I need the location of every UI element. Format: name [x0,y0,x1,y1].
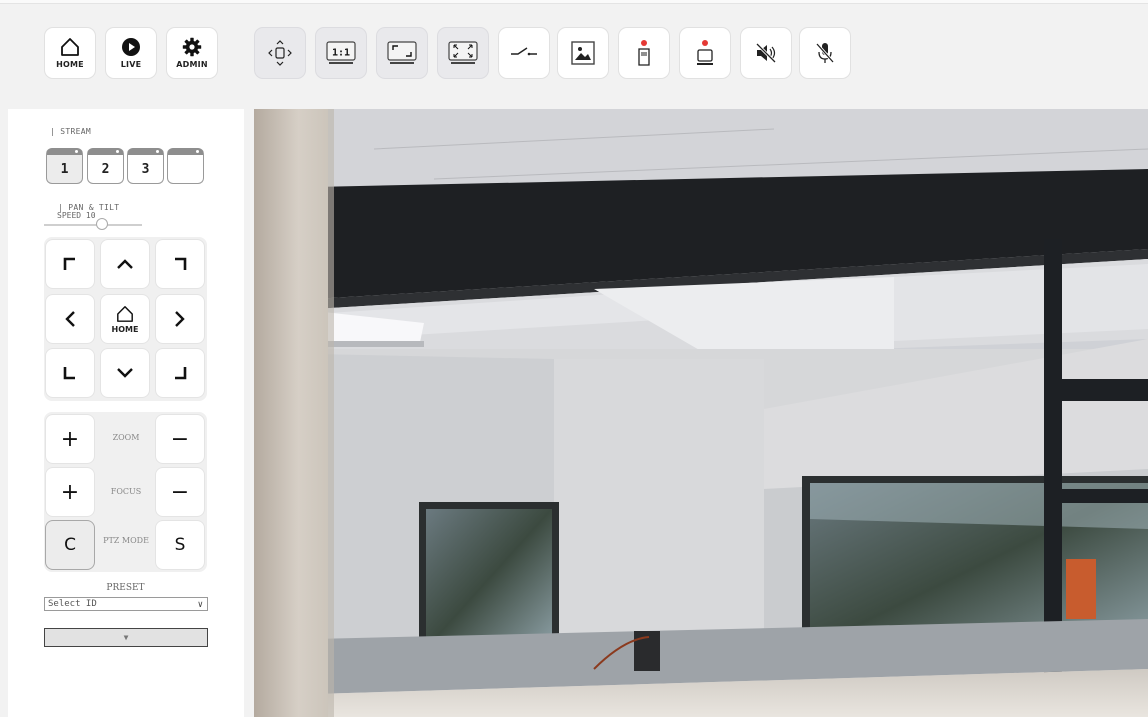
sd-card-record-icon [638,48,650,66]
microphone-button[interactable] [799,27,851,79]
chevron-right-icon [175,311,185,327]
fullscreen-button[interactable] [437,27,489,79]
gear-icon [182,37,202,57]
ptz-down-button[interactable] [100,348,150,398]
chevron-up-icon [117,259,133,269]
sd-record-button[interactable] [618,27,670,79]
actual-size-label: 1:1 [332,48,350,59]
ptz-down-left-button[interactable] [45,348,95,398]
preset-select-value: Select ID [48,599,97,609]
home-nav-button[interactable]: HOME [44,27,96,79]
corner-up-right-icon [175,257,187,270]
preset-go-symbol: ▼ [123,633,129,642]
chevron-left-icon [65,311,75,327]
stream-tab-label: 1 [60,161,69,177]
ptz-down-right-button[interactable] [155,348,205,398]
stream-section-title: | STREAM [50,127,91,136]
home-icon [117,305,133,322]
live-nav-button[interactable]: LIVE [105,27,157,79]
corner-down-left-icon [63,367,75,380]
ptz-up-right-button[interactable] [155,239,205,289]
preset-select[interactable]: Select ID ∨ [44,597,208,611]
stream-tab-label: 2 [101,161,110,177]
chevron-down-icon [117,368,133,378]
speed-label: SPEED 10 [57,211,96,220]
preset-go-button[interactable]: ▼ [44,628,208,647]
move-arrows-icon [268,40,292,66]
play-icon [122,38,140,56]
focus-far-button[interactable]: − [155,467,205,517]
fit-window-button[interactable] [376,27,428,79]
stream-tab-3[interactable]: 3 [127,148,164,184]
live-video-view[interactable] [254,109,1148,717]
ptz-home-label: HOME [111,324,139,334]
speed-slider-track[interactable] [44,224,142,226]
relay-switch-icon [511,47,537,56]
zoom-in-button[interactable]: + [45,414,95,464]
stream-tab-label: 3 [141,161,150,177]
preset-title: PRESET [106,583,145,593]
live-nav-label: LIVE [120,60,142,69]
monitor-icon: 1:1 [326,41,356,64]
fit-window-icon [387,41,417,64]
ptz-up-left-button[interactable] [45,239,95,289]
fullscreen-icon [448,41,478,64]
focus-near-button[interactable]: + [45,467,95,517]
ptz-left-button[interactable] [45,294,95,344]
admin-nav-label: ADMIN [176,60,208,69]
snapshot-button[interactable] [557,27,609,79]
ptz-mode-c-button[interactable]: C [45,520,95,570]
ptz-home-button[interactable]: HOME [100,294,150,344]
relay-button[interactable] [498,27,550,79]
speaker-muted-icon [755,42,777,64]
ptz-mode-s-button[interactable]: S [155,520,205,570]
chevron-down-icon: ∨ [197,600,203,610]
stream-tab-4[interactable] [167,148,204,184]
record-indicator-dot [641,40,647,46]
snapshot-icon [571,41,595,65]
speed-slider-thumb[interactable] [96,218,108,230]
stream-tab-indicator [75,150,78,153]
stream-tab-2[interactable]: 2 [87,148,124,184]
mic-muted-icon [815,43,835,63]
home-icon [61,38,79,56]
speaker-button[interactable] [740,27,792,79]
admin-nav-button[interactable]: ADMIN [166,27,218,79]
stream-tab-indicator [116,150,119,153]
zoom-label: ZOOM [112,433,140,442]
stream-tab-indicator [156,150,159,153]
stream-tab-indicator [196,150,199,153]
ptz-mode-label: PTZ MODE [103,536,149,545]
focus-label: FOCUS [110,487,142,496]
ptz-up-button[interactable] [100,239,150,289]
corner-up-left-icon [63,257,75,270]
camera-frame-image [254,109,1148,717]
zoom-out-button[interactable]: − [155,414,205,464]
lens-controls: + ZOOM − + FOCUS − C PTZ MODE S [44,412,207,572]
local-record-icon [697,49,713,65]
ptz-right-button[interactable] [155,294,205,344]
record-indicator-dot [702,40,708,46]
main-toolbar: HOME LIVE ADMIN 1:1 [0,4,1148,98]
ptz-move-button[interactable] [254,27,306,79]
local-record-button[interactable] [679,27,731,79]
actual-size-button[interactable]: 1:1 [315,27,367,79]
home-nav-label: HOME [56,60,84,69]
corner-down-right-icon [175,367,187,380]
stream-tab-1[interactable]: 1 [46,148,83,184]
ptz-direction-pad: HOME [44,237,207,401]
